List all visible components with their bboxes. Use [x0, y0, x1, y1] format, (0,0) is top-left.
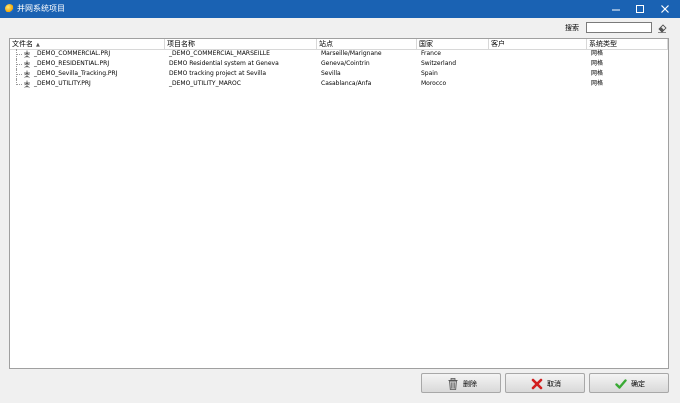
column-header-country[interactable]: 国家 [417, 39, 489, 49]
cell-system-type: 网格 [591, 80, 604, 87]
project-file-icon [24, 80, 30, 88]
maximize-icon [636, 5, 644, 13]
sort-ascending-icon: ▲ [36, 42, 40, 48]
title-bar: 并网系统项目 [0, 0, 680, 18]
table-row[interactable]: _DEMO_Sevilla_Tracking.PRJ DEMO tracking… [10, 69, 668, 79]
cell-project-name: DEMO Residential system at Geneva [169, 60, 279, 67]
search-label: 搜索 [565, 24, 579, 32]
app-icon [5, 4, 14, 13]
cell-site: Geneva/Cointrin [321, 60, 370, 67]
cell-filename: _DEMO_UTILITY.PRJ [34, 80, 91, 87]
cancel-button-label: 取消 [547, 380, 561, 388]
cell-filename: _DEMO_RESIDENTIAL.PRJ [34, 60, 110, 67]
cell-filename: _DEMO_COMMERCIAL.PRJ [34, 50, 111, 57]
cell-client [491, 59, 589, 69]
trash-icon [448, 378, 458, 390]
cross-icon [531, 378, 543, 390]
ok-button-label: 确定 [631, 380, 645, 388]
cell-system-type: 网格 [591, 70, 604, 77]
column-header-project-name[interactable]: 项目名称 [165, 39, 317, 49]
column-header-system-type[interactable]: 系统类型 [587, 39, 668, 49]
cancel-button[interactable]: 取消 [505, 373, 585, 393]
table-row[interactable]: _DEMO_COMMERCIAL.PRJ _DEMO_COMMERCIAL_MA… [10, 49, 668, 59]
cell-country: Switzerland [421, 60, 456, 67]
project-table: 文件名 ▲ 项目名称 站点 国家 客户 系统类型 _DEMO_COMMERCIAL… [9, 38, 669, 369]
cell-country: Spain [421, 70, 438, 77]
cell-site: Marseille/Marignane [321, 50, 382, 57]
maximize-button[interactable] [627, 0, 653, 18]
cell-system-type: 网格 [591, 50, 604, 57]
close-icon [661, 5, 669, 13]
ok-button[interactable]: 确定 [589, 373, 669, 393]
cell-client [491, 79, 589, 89]
minimize-button[interactable] [603, 0, 629, 18]
project-file-icon [24, 50, 30, 58]
window-title: 并网系统项目 [17, 4, 65, 13]
cell-project-name: _DEMO_UTILITY_MAROC [169, 80, 241, 87]
table-row[interactable]: _DEMO_UTILITY.PRJ _DEMO_UTILITY_MAROC Ca… [10, 79, 668, 89]
close-button[interactable] [652, 0, 678, 18]
cell-project-name: _DEMO_COMMERCIAL_MARSEILLE [169, 50, 270, 57]
checkmark-icon [615, 379, 627, 389]
table-row[interactable]: _DEMO_RESIDENTIAL.PRJ DEMO Residential s… [10, 59, 668, 69]
column-header-site[interactable]: 站点 [317, 39, 417, 49]
project-file-icon [24, 70, 30, 78]
eraser-icon [658, 24, 667, 33]
cell-project-name: DEMO tracking project at Sevilla [169, 70, 267, 77]
clear-search-button[interactable] [657, 23, 667, 33]
cell-country: France [421, 50, 441, 57]
search-input[interactable] [586, 22, 652, 33]
cell-client [491, 69, 589, 79]
cell-filename: _DEMO_Sevilla_Tracking.PRJ [34, 70, 118, 77]
project-file-icon [24, 60, 30, 68]
cell-site: Sevilla [321, 70, 341, 77]
cell-site: Casablanca/Anfa [321, 80, 372, 87]
cell-client [491, 49, 589, 59]
delete-button-label: 删除 [463, 380, 477, 388]
minimize-icon [612, 9, 620, 11]
cell-country: Morocco [421, 80, 447, 87]
column-header-filename[interactable]: 文件名 ▲ [10, 39, 165, 49]
column-header-client[interactable]: 客户 [489, 39, 587, 49]
column-label: 文件名 [12, 40, 33, 48]
cell-system-type: 网格 [591, 60, 604, 67]
delete-button[interactable]: 删除 [421, 373, 501, 393]
